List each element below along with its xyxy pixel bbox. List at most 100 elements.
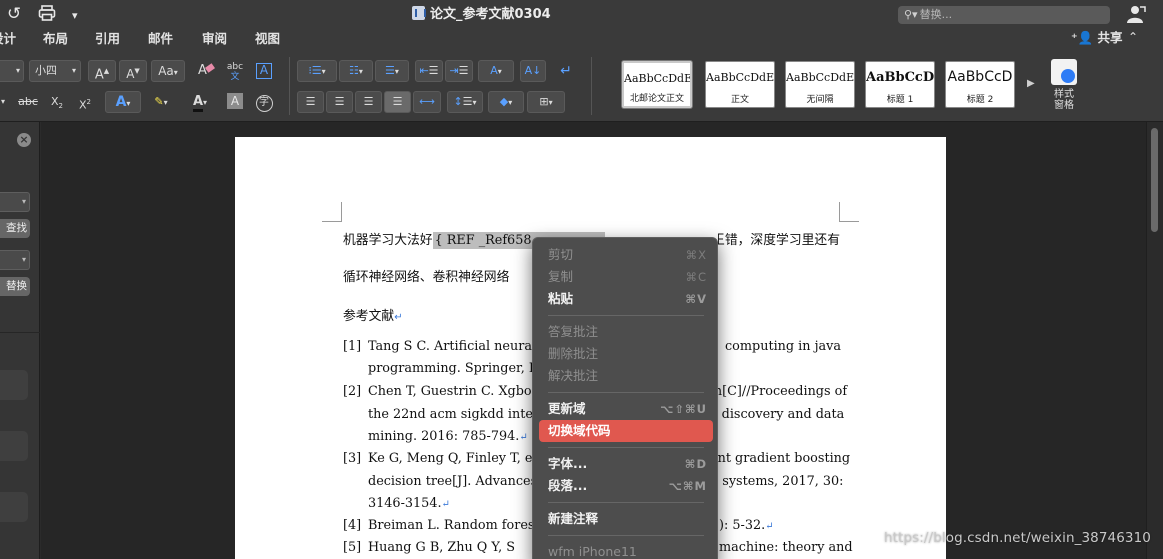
tab-design[interactable]: 设计 (0, 31, 16, 47)
reference-text: Ke G, Meng Q, Finley T, e (368, 451, 533, 466)
close-icon[interactable]: × (17, 133, 31, 147)
result-item[interactable] (0, 370, 28, 400)
style-no-spacing[interactable]: AaBbCcDdEe 无间隔 (785, 61, 855, 108)
reference-line[interactable]: e discovery and data (710, 407, 844, 423)
align-center-button[interactable]: ☰ (326, 91, 353, 113)
superscript-icon[interactable]: X2 (74, 91, 96, 113)
character-border-icon[interactable]: A (252, 60, 276, 82)
search-input[interactable]: ⚲▾ 替换... (898, 6, 1110, 24)
collapse-ribbon-icon[interactable]: ⌃ (1128, 30, 1138, 44)
menu-item-paragraph[interactable]: 段落... ⌥⌘M (539, 475, 713, 497)
reference-line[interactable]: Tang S C. Artificial neura (368, 339, 532, 355)
justify-button[interactable]: ☰ (384, 91, 411, 113)
reference-line[interactable]: the 22nd acm sigkdd interna (368, 407, 555, 423)
print-icon[interactable] (38, 4, 56, 27)
reference-line[interactable]: 3146-3154.↵ (368, 496, 450, 513)
customize-toolbar-icon[interactable]: ▾ (72, 6, 78, 26)
reference-line[interactable]: g systems, 2017, 30: (710, 474, 843, 490)
font-color-icon[interactable]: A▾ (182, 91, 218, 113)
replace-input[interactable]: ▾ (0, 250, 30, 270)
text-effects-button[interactable]: A▾ (105, 91, 141, 113)
reference-line[interactable]: mining. 2016: 785-794.↵ (368, 429, 528, 446)
numbering-button[interactable]: ☷▾ (339, 60, 373, 82)
reference-line[interactable]: m[C]//Proceedings of (710, 384, 847, 400)
menu-item-delete-comment[interactable]: 删除批注 (539, 343, 713, 365)
enclose-characters-icon[interactable]: 字 (252, 91, 276, 113)
style-normal[interactable]: AaBbCcDdEe 正文 (705, 61, 775, 108)
body-paragraph-2[interactable]: 循环神经网络、卷积神经网络 (343, 270, 509, 286)
reference-line[interactable]: Huang G B, Zhu Q Y, S (368, 540, 515, 556)
align-right-button[interactable]: ☰ (355, 91, 382, 113)
search-scope-dropdown[interactable]: ▾ (0, 192, 30, 212)
menu-item-continuity-device[interactable]: wfm iPhone11 (539, 541, 713, 559)
reference-line[interactable]: Chen T, Guestrin C. Xgboos (368, 384, 546, 400)
styles-more-icon[interactable]: ▶ (1027, 78, 1035, 89)
reference-line[interactable]: Ke G, Meng Q, Finley T, e (368, 451, 532, 467)
paragraph-shading-button[interactable]: ◆▾ (488, 91, 524, 113)
increase-font-size-button[interactable]: A▲ (88, 60, 116, 82)
tab-view[interactable]: 视图 (255, 31, 280, 47)
strikethrough-icon[interactable]: abc (14, 91, 42, 113)
phonetic-guide-icon[interactable]: abc 文 (223, 60, 247, 82)
replace-button[interactable]: 替换 (0, 277, 30, 296)
reference-text: 3146-3154. (368, 496, 442, 511)
clear-formatting-icon[interactable]: A (193, 60, 219, 82)
show-formatting-marks-icon[interactable]: ↵ (553, 60, 579, 82)
references-heading[interactable]: 参考文献↵ (343, 309, 403, 326)
menu-item-update-field[interactable]: 更新域 ⌥⇧⌘U (539, 398, 713, 420)
reference-line[interactable]: Breiman L. Random forests[ (368, 518, 551, 534)
reference-line[interactable]: programming. Springer, Bos (368, 361, 553, 377)
menu-item-new-comment[interactable]: 新建注释 (539, 508, 713, 530)
menu-item-font[interactable]: 字体... ⌘D (539, 453, 713, 475)
borders-button[interactable]: ⊞▾ (527, 91, 565, 113)
chinese-layout-button[interactable]: A▾ (478, 60, 514, 82)
result-item[interactable] (0, 492, 28, 522)
menu-separator (548, 535, 704, 536)
menu-item-reply-comment[interactable]: 答复批注 (539, 321, 713, 343)
character-shading-icon[interactable]: A (224, 91, 246, 113)
menu-item-paste[interactable]: 粘贴 ⌘V (539, 288, 713, 310)
reference-line[interactable]: computing in java (725, 339, 841, 355)
tab-references[interactable]: 引用 (95, 31, 120, 47)
find-button[interactable]: 查找 (0, 219, 30, 238)
account-icon[interactable] (1126, 4, 1146, 24)
sort-button[interactable]: A↓ (520, 60, 546, 82)
font-name-dropdown[interactable]: ▾ (0, 60, 24, 82)
share-button[interactable]: ⁺👤 共享 (1071, 30, 1123, 46)
reference-line[interactable]: ent gradient boosting (710, 451, 850, 467)
scrollbar-thumb[interactable] (1151, 128, 1158, 232)
undo-icon[interactable]: ↺ (7, 4, 21, 24)
underline-dropdown-icon[interactable]: ▾ (0, 91, 10, 113)
multilevel-list-button[interactable]: ☰▾ (375, 60, 409, 82)
reference-line[interactable]: machine: theory and (719, 540, 853, 556)
menu-item-toggle-field-codes[interactable]: 切换域代码 (539, 420, 713, 442)
menu-item-cut[interactable]: 剪切 ⌘X (539, 244, 713, 266)
distributed-button[interactable]: ⟷ (413, 91, 441, 113)
change-case-button[interactable]: Aa▾ (151, 60, 185, 82)
increase-indent-button[interactable]: ⇥☰ (445, 60, 473, 82)
tab-mailings[interactable]: 邮件 (148, 31, 173, 47)
style-beiyou-body[interactable]: AaBbCcDdE 北邮论文正文 (622, 61, 692, 108)
result-item[interactable] (0, 431, 28, 461)
vertical-scrollbar[interactable] (1146, 122, 1163, 559)
subscript-icon[interactable]: X2 (46, 91, 68, 113)
bullets-button[interactable]: ⁝☰▾ (297, 60, 337, 82)
decrease-font-size-button[interactable]: A▼ (119, 60, 147, 82)
tab-layout[interactable]: 布局 (43, 31, 68, 47)
style-heading-2[interactable]: AaBbCcD 标题 2 (945, 61, 1015, 108)
line-spacing-button[interactable]: ↕☰▾ (447, 91, 483, 113)
highlight-color-icon[interactable]: ✎▾ (143, 91, 179, 113)
reference-line[interactable]: ): 5-32.↵ (719, 518, 774, 535)
menu-item-label: 删除批注 (548, 346, 599, 361)
decrease-indent-button[interactable]: ⇤☰ (415, 60, 443, 82)
menu-item-copy[interactable]: 复制 ⌘C (539, 266, 713, 288)
menu-item-label: 剪切 (548, 247, 574, 262)
font-size-dropdown[interactable]: 小四 ▾ (29, 60, 81, 82)
reference-line[interactable]: decision tree[J]. Advances i (368, 474, 545, 490)
menu-item-resolve-comment[interactable]: 解决批注 (539, 365, 713, 387)
body-paragraph-1-tail[interactable]: 数据挖掘大王错，深度学习里还有 (718, 233, 840, 249)
align-left-button[interactable]: ☰ (297, 91, 324, 113)
tab-review[interactable]: 审阅 (202, 31, 227, 47)
style-heading-1[interactable]: AaBbCcDd 标题 1 (865, 61, 935, 108)
styles-pane-button[interactable]: 样式 窗格 (1046, 59, 1082, 111)
